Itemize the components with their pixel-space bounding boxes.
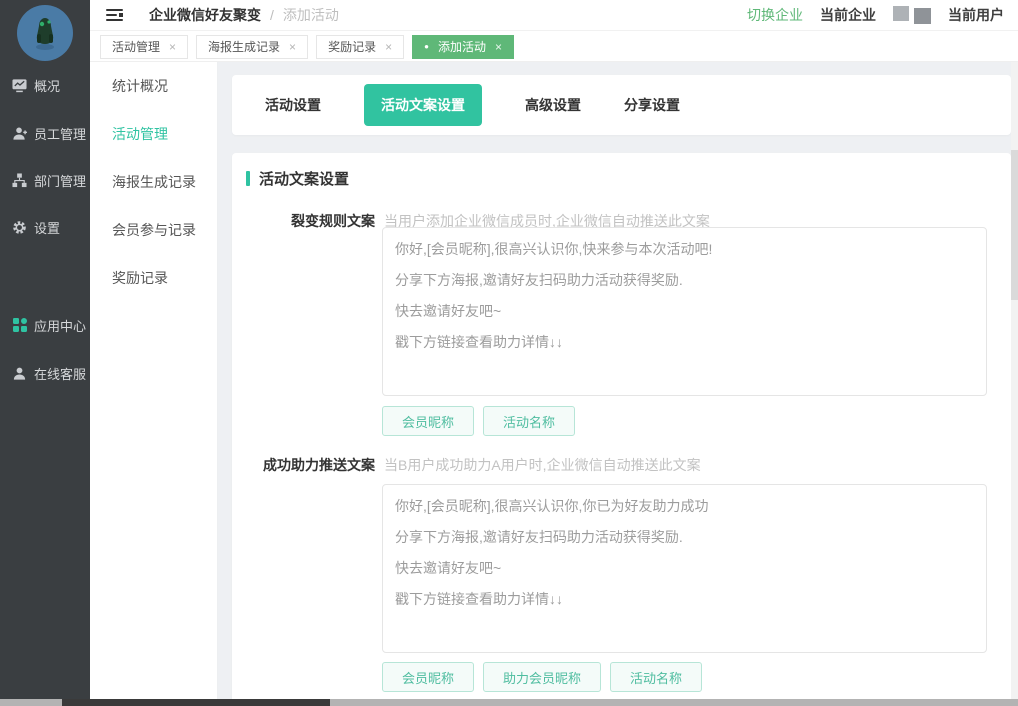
field-hint: 当B用户成功助力A用户时,企业微信自动推送此文案 [384,455,701,475]
customer-service-icon [12,366,27,381]
open-tab-label: 活动管理 [112,38,160,55]
staff-icon [12,126,27,141]
open-tab-add-activity[interactable]: ● 添加活动 × [412,35,514,59]
sidebar-item-label: 部门管理 [34,171,86,190]
sidebar-item-label: 在线客服 [34,364,86,383]
insert-member-nickname-button[interactable]: 会员昵称 [382,662,474,692]
insert-activity-name-button[interactable]: 活动名称 [610,662,702,692]
open-tab-label: 奖励记录 [328,38,376,55]
topbar: 企业微信好友聚变 / 添加活动 切换企业 当前企业 当前用户 [90,0,1018,31]
field-assist-success-label-row: 成功助力推送文案 当B用户成功助力A用户时,企业微信自动推送此文案 [232,455,1011,475]
activity-copy-panel: 活动文案设置 裂变规则文案 当用户添加企业微信成员时,企业微信自动推送此文案 你… [232,153,1011,706]
close-tab-icon[interactable]: × [289,40,296,54]
current-user-label: 当前用户 [948,5,1004,25]
subnav-item-poster-records[interactable]: 海报生成记录 [90,158,217,206]
open-tab-label: 添加活动 [438,38,486,55]
current-company-label: 当前企业 [820,5,876,25]
open-tabs-strip: 活动管理 × 海报生成记录 × 奖励记录 × ● 添加活动 × [90,32,1018,62]
brand-figure-icon [28,14,62,52]
dashboard-icon [12,78,27,93]
sidebar-item-customer-service[interactable]: 在线客服 [0,363,90,383]
company-logo-image-1 [893,6,909,21]
field-label: 成功助力推送文案 [232,455,375,475]
horizontal-scrollbar-thumb[interactable] [62,699,330,706]
brand-avatar[interactable] [17,5,73,61]
tab-activity-settings[interactable]: 活动设置 [265,95,321,115]
assist-success-copy-textarea[interactable]: 你好,[会员昵称],很高兴认识你,你已为好友助力成功 分享下方海报,邀请好友扫码… [382,484,987,653]
insert-activity-name-button[interactable]: 活动名称 [483,406,575,436]
subnav-item-activity-management[interactable]: 活动管理 [90,110,217,158]
collapse-menu-icon[interactable] [106,9,123,21]
tab-share-settings[interactable]: 分享设置 [624,95,680,115]
close-tab-icon[interactable]: × [169,40,176,54]
close-tab-icon[interactable]: × [385,40,392,54]
department-icon [12,173,27,188]
primary-sidebar: 概况 员工管理 部门管理 设置 应用中心 在线客服 [0,0,90,706]
field-label: 裂变规则文案 [232,211,375,231]
section-title: 活动文案设置 [259,168,349,189]
horizontal-scrollbar[interactable] [0,699,1018,706]
insert-member-nickname-button[interactable]: 会员昵称 [382,406,474,436]
insert-token-buttons-row-2: 会员昵称 助力会员昵称 活动名称 [382,662,702,692]
company-logo-image-2 [914,8,931,24]
sidebar-item-departments[interactable]: 部门管理 [0,170,90,190]
sidebar-item-overview[interactable]: 概况 [0,75,90,95]
insert-assist-member-nickname-button[interactable]: 助力会员昵称 [483,662,601,692]
breadcrumb-app: 企业微信好友聚变 [149,5,261,25]
open-tab-label: 海报生成记录 [208,38,280,55]
sidebar-item-staff[interactable]: 员工管理 [0,123,90,143]
sidebar-item-label: 应用中心 [34,316,86,335]
sidebar-item-settings[interactable]: 设置 [0,217,90,237]
fission-rule-copy-textarea[interactable]: 你好,[会员昵称],很高兴认识你,快来参与本次活动吧! 分享下方海报,邀请好友扫… [382,227,987,396]
sidebar-item-label: 员工管理 [34,124,86,143]
breadcrumb: 企业微信好友聚变 / 添加活动 [149,5,339,25]
switch-company-link[interactable]: 切换企业 [747,5,803,25]
company-logo-images [893,6,931,24]
subnav-item-stats-overview[interactable]: 统计概况 [90,62,217,110]
subnav-item-reward-records[interactable]: 奖励记录 [90,254,217,302]
settings-gear-icon [12,220,27,235]
subnav-item-member-participation[interactable]: 会员参与记录 [90,206,217,254]
breadcrumb-separator: / [270,7,274,23]
tab-advanced-settings[interactable]: 高级设置 [525,95,581,115]
active-tab-dot-icon: ● [424,43,429,51]
open-tab-reward-records[interactable]: 奖励记录 × [316,35,404,59]
sidebar-item-label: 概况 [34,76,60,95]
vertical-scrollbar[interactable] [1011,62,1018,699]
close-tab-icon[interactable]: × [495,40,502,54]
sidebar-item-label: 设置 [34,218,60,237]
apps-grid-icon [12,318,27,333]
tab-activity-copy-settings[interactable]: 活动文案设置 [364,84,482,126]
section-accent-bar [246,171,250,186]
form-step-tabs: 活动设置 活动文案设置 高级设置 分享设置 [232,75,1011,135]
secondary-sidebar: 统计概况 活动管理 海报生成记录 会员参与记录 奖励记录 [90,62,218,706]
insert-token-buttons-row-1: 会员昵称 活动名称 [382,406,575,436]
open-tab-poster-records[interactable]: 海报生成记录 × [196,35,308,59]
main-area: 活动设置 活动文案设置 高级设置 分享设置 活动文案设置 裂变规则文案 当用户添… [218,62,1018,706]
sidebar-item-app-center[interactable]: 应用中心 [0,315,90,335]
open-tab-activity-management[interactable]: 活动管理 × [100,35,188,59]
breadcrumb-page: 添加活动 [283,5,339,25]
vertical-scrollbar-thumb[interactable] [1011,150,1018,300]
section-header: 活动文案设置 [246,168,349,189]
topbar-right: 切换企业 当前企业 当前用户 [747,5,1004,25]
